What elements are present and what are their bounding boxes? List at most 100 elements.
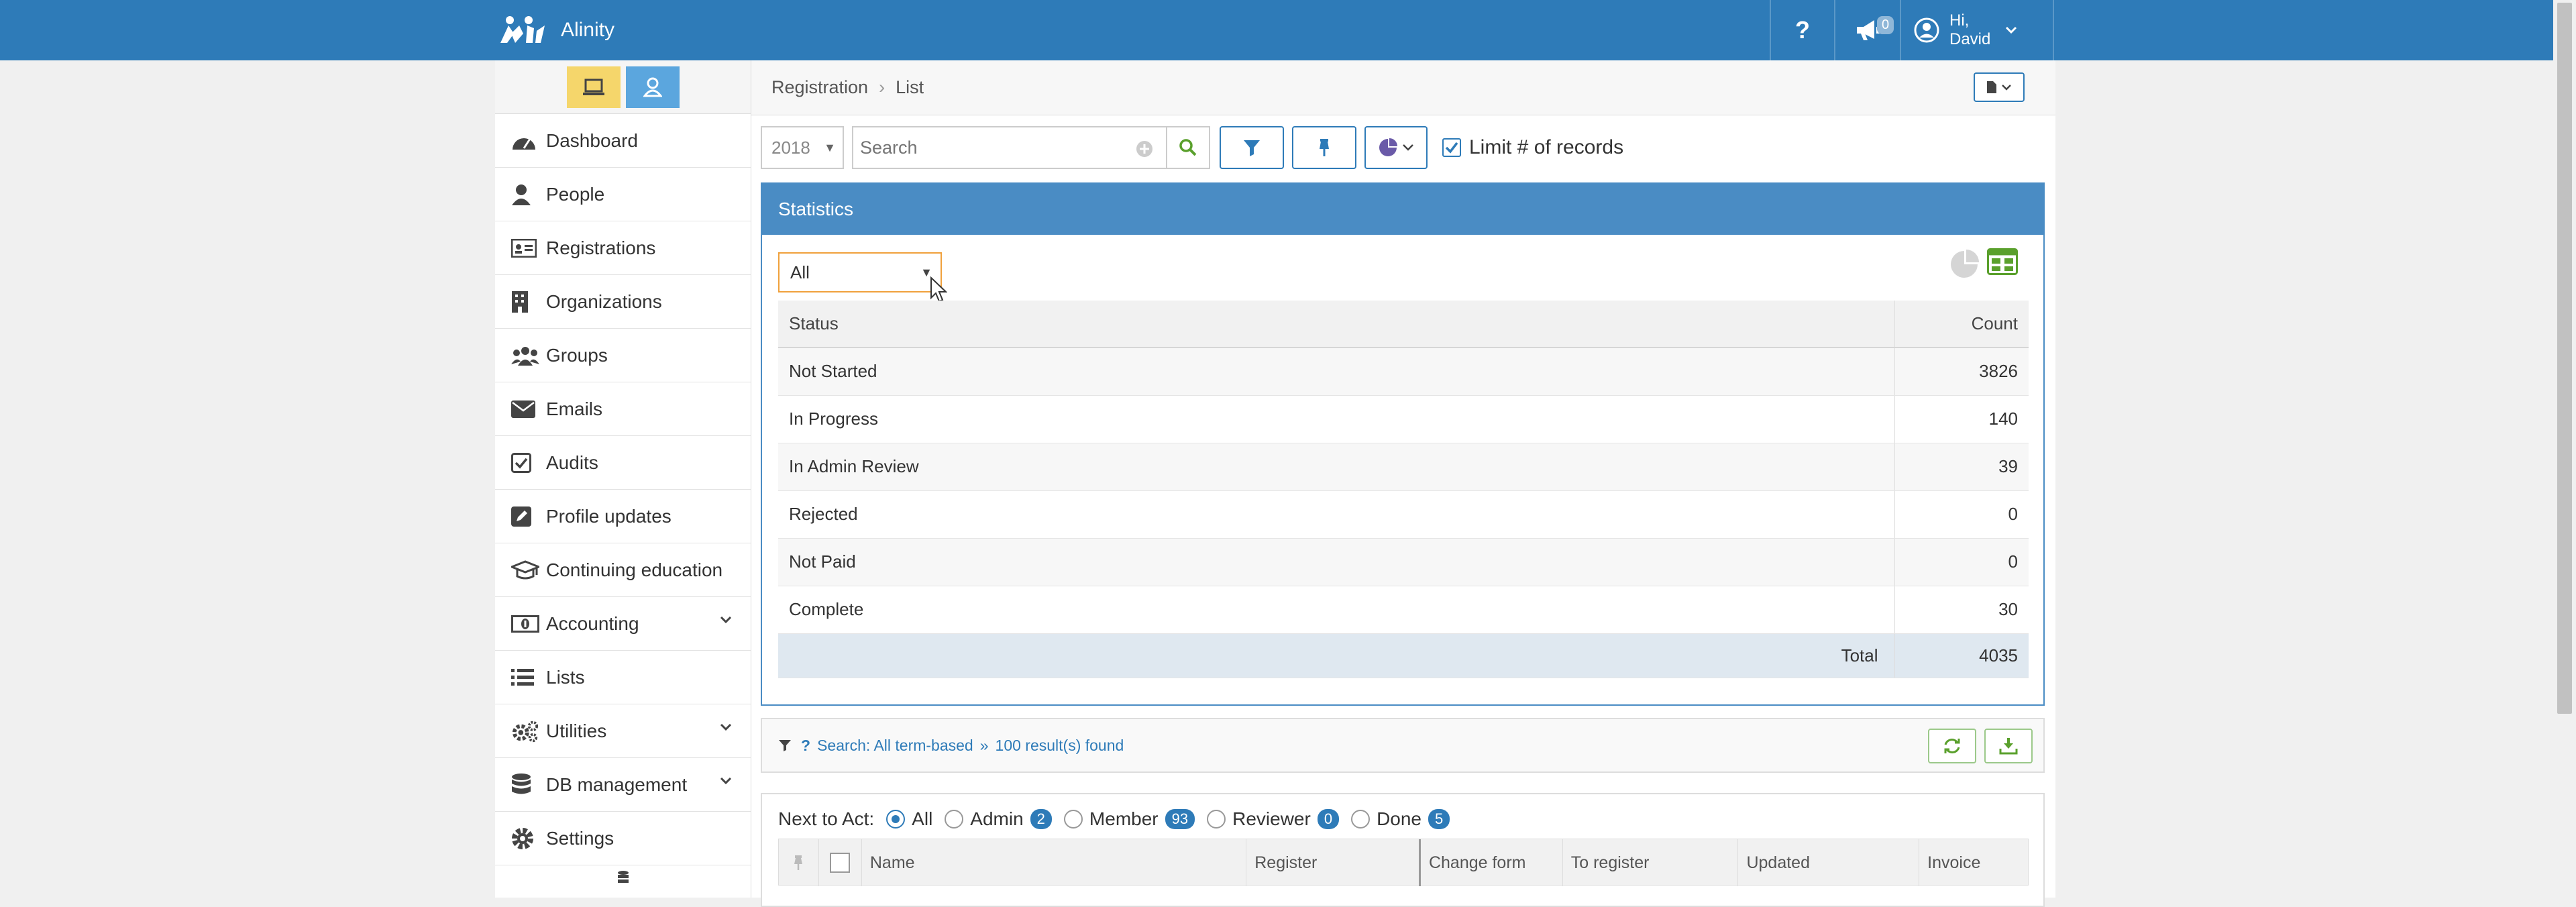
results-table-header: Name Register Change form To register Up…	[778, 839, 2029, 886]
column-header-invoice[interactable]: Invoice	[1919, 839, 2028, 886]
column-header-to-register[interactable]: To register	[1563, 839, 1739, 886]
search-button[interactable]	[1167, 126, 1210, 169]
filter-icon[interactable]	[778, 739, 792, 752]
user-greeting: Hi, David	[1949, 11, 1990, 49]
help-button[interactable]: ?	[1770, 0, 1834, 60]
app-name: Alinity	[561, 19, 615, 41]
refresh-button[interactable]	[1928, 729, 1976, 763]
mouse-cursor-icon	[930, 276, 947, 303]
refresh-icon	[1944, 739, 1960, 753]
checkbox-unchecked-icon	[830, 853, 851, 873]
sidebar-item-label: DB management	[546, 773, 688, 795]
column-header-count[interactable]: Count	[1894, 301, 2029, 348]
search-info-bar: ? Search: All term-based » 100 result(s)…	[761, 718, 2045, 773]
sidebar-item-audits[interactable]: Audits	[495, 436, 751, 490]
year-select[interactable]: 2018 ▼	[761, 126, 844, 169]
sidebar-item-lists[interactable]: Lists	[495, 651, 751, 704]
money-icon	[511, 612, 539, 636]
table-view-icon[interactable]	[1987, 248, 2018, 275]
table-row: In Progress 140	[778, 395, 2029, 443]
count-cell: 0	[1894, 490, 2029, 539]
search-input[interactable]	[853, 137, 1122, 158]
count-badge: 2	[1030, 809, 1052, 829]
help-icon: ?	[1795, 16, 1810, 44]
year-select-value: 2018	[771, 137, 810, 158]
sidebar-item-organizations[interactable]: Organizations	[495, 275, 751, 329]
sidebar-item-profile-updates[interactable]: Profile updates	[495, 490, 751, 543]
sidebar-item-groups[interactable]: Groups	[495, 329, 751, 382]
database-icon	[511, 773, 539, 797]
next-to-act-option-reviewer[interactable]: Reviewer 0	[1207, 808, 1340, 830]
clear-search-icon[interactable]	[1135, 140, 1154, 158]
column-header-status[interactable]: Status	[778, 301, 1894, 348]
sidebar-item-label: Continuing education	[546, 559, 723, 580]
sidebar-item-accounting[interactable]: Accounting	[495, 597, 751, 651]
limit-records-checkbox[interactable]: Limit # of records	[1442, 136, 1623, 159]
filter-button[interactable]	[1220, 126, 1284, 169]
statistics-filter-select[interactable]: All ▼	[778, 252, 942, 292]
sidebar-item-settings[interactable]: Settings	[495, 812, 751, 865]
chevron-down-icon	[720, 616, 732, 624]
next-to-act-label: Next to Act:	[778, 808, 875, 829]
notifications-count-badge: 0	[1877, 16, 1894, 34]
statistics-table: Status Count Not Started 3826 In Progres…	[778, 301, 2029, 678]
next-to-act-option-admin[interactable]: Admin 2	[945, 808, 1052, 830]
pin-column-header[interactable]	[779, 839, 819, 886]
count-cell: 3826	[1894, 348, 2029, 396]
content-panel: Registration › List 2018 ▼ Search Limit …	[751, 60, 2055, 907]
envelope-icon	[511, 397, 539, 421]
member-mode-button[interactable]	[625, 66, 680, 108]
download-icon	[1999, 738, 2018, 755]
help-icon[interactable]: ?	[801, 737, 810, 755]
pie-chart-view-icon[interactable]	[1949, 248, 1980, 279]
column-header-register[interactable]: Register	[1246, 839, 1421, 886]
notifications-button[interactable]: 0	[1834, 0, 1900, 60]
search-icon	[1179, 139, 1197, 156]
sidebar-item-utilities[interactable]: Utilities	[495, 704, 751, 758]
sidebar-item-label: Organizations	[546, 290, 662, 312]
search-query-text[interactable]: Search: All term-based	[817, 737, 973, 755]
sidebar-item-dashboard[interactable]: Dashboard	[495, 114, 751, 168]
sidebar: Dashboard People Registrations Organizat…	[495, 60, 751, 898]
document-menu-button[interactable]	[1974, 72, 2025, 102]
table-row: Rejected 0	[778, 490, 2029, 539]
select-all-checkbox[interactable]	[819, 839, 862, 886]
breadcrumb-registration[interactable]: Registration	[771, 77, 868, 98]
sidebar-item-registrations[interactable]: Registrations	[495, 221, 751, 275]
dashboard-icon	[511, 129, 539, 153]
column-header-updated[interactable]: Updated	[1738, 839, 1920, 886]
column-header-change-form[interactable]: Change form	[1421, 839, 1563, 886]
scrollbar-thumb[interactable]	[2557, 3, 2572, 714]
filter-icon	[1244, 140, 1260, 156]
chart-menu-button[interactable]	[1364, 126, 1428, 169]
count-badge: 0	[1317, 809, 1340, 829]
next-to-act-filter: Next to Act: All Admin 2 Member 93 Revie…	[778, 802, 1450, 836]
sidebar-item-continuing-education[interactable]: Continuing education	[495, 543, 751, 597]
next-to-act-option-done[interactable]: Done 5	[1351, 808, 1450, 830]
sidebar-item-label: Dashboard	[546, 129, 638, 151]
sidebar-item-emails[interactable]: Emails	[495, 382, 751, 436]
sidebar-item-label: Lists	[546, 666, 585, 688]
radio-unchecked-icon	[945, 810, 964, 829]
sidebar-footer	[495, 865, 751, 906]
desktop-mode-button[interactable]	[566, 66, 621, 108]
column-header-name[interactable]: Name	[862, 839, 1247, 886]
gear-icon	[511, 826, 539, 851]
brand[interactable]: Alinity	[496, 0, 614, 60]
graduation-cap-icon	[511, 558, 539, 582]
next-to-act-option-member[interactable]: Member 93	[1063, 808, 1195, 830]
download-button[interactable]	[1984, 729, 2033, 763]
sidebar-item-people[interactable]: People	[495, 168, 751, 221]
table-row: In Admin Review 39	[778, 443, 2029, 491]
pin-button[interactable]	[1292, 126, 1356, 169]
user-menu-button[interactable]: Hi, David	[1900, 0, 2054, 60]
edit-icon	[511, 504, 539, 529]
sidebar-item-db-management[interactable]: DB management	[495, 758, 751, 812]
total-row: Total 4035	[778, 633, 2029, 678]
file-icon	[1987, 81, 1996, 93]
page-scrollbar[interactable]	[2553, 0, 2576, 898]
chevron-down-icon	[720, 777, 732, 785]
double-chevron-right-icon: »	[979, 736, 989, 754]
next-to-act-option-all[interactable]: All	[886, 808, 932, 830]
pin-icon	[1320, 139, 1329, 156]
